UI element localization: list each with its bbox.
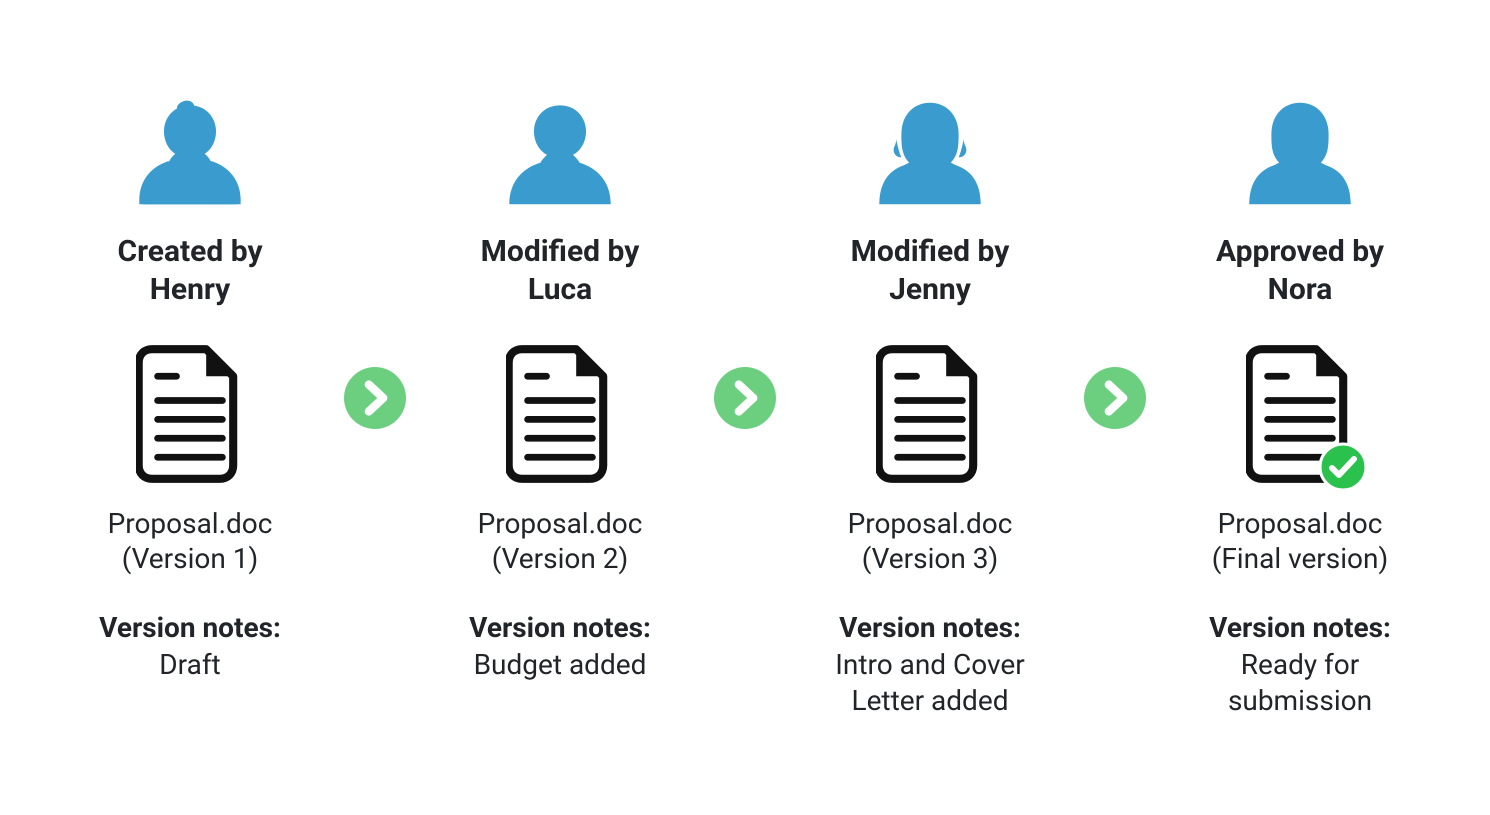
action-line1: Created by: [117, 234, 262, 269]
document-icon: [506, 344, 614, 484]
version-flow: Created by Henry Proposal.doc (Version 1…: [0, 75, 1490, 739]
notes-heading: Version notes:: [839, 610, 1021, 646]
document-icon-wrap: [1246, 344, 1354, 484]
chevron-right-circle-icon: [344, 367, 406, 429]
file-version: (Version 3): [862, 542, 999, 575]
checkmark-circle-icon: [1318, 442, 1368, 492]
file-name: Proposal.doc: [848, 507, 1013, 540]
action-line1: Modified by: [851, 234, 1010, 269]
action-line1: Approved by: [1216, 234, 1384, 269]
action-label: Approved by Nora: [1216, 233, 1384, 308]
arrow-2: [710, 95, 780, 429]
file-name: Proposal.doc: [478, 507, 643, 540]
arrow-3: [1080, 95, 1150, 429]
document-icon-wrap: [136, 344, 244, 484]
person-male-icon: [495, 95, 625, 225]
notes-heading: Version notes:: [99, 610, 281, 646]
person-male-icon: [125, 95, 255, 225]
action-line2: Luca: [528, 272, 592, 307]
document-icon: [136, 344, 244, 484]
action-label: Modified by Jenny: [851, 233, 1010, 308]
version-step-3: Modified by Jenny Proposal.doc (Version …: [780, 95, 1080, 719]
action-line2: Jenny: [889, 272, 971, 307]
notes-heading: Version notes:: [1209, 610, 1391, 646]
chevron-right-circle-icon: [1084, 367, 1146, 429]
notes-text: Budget added: [474, 647, 647, 683]
action-line2: Nora: [1268, 272, 1333, 307]
person-female-icon: [1235, 95, 1365, 225]
document-icon: [876, 344, 984, 484]
file-label: Proposal.doc (Version 1): [108, 506, 273, 576]
file-name: Proposal.doc: [108, 507, 273, 540]
file-label: Proposal.doc (Final version): [1212, 506, 1388, 576]
action-line2: Henry: [150, 272, 231, 307]
document-icon-wrap: [506, 344, 614, 484]
file-label: Proposal.doc (Version 3): [848, 506, 1013, 576]
notes-heading: Version notes:: [469, 610, 651, 646]
file-version: (Version 1): [122, 542, 259, 575]
version-step-1: Created by Henry Proposal.doc (Version 1…: [40, 95, 340, 683]
version-step-2: Modified by Luca Proposal.doc (Version 2…: [410, 95, 710, 683]
file-name: Proposal.doc: [1218, 507, 1383, 540]
person-female-icon: [865, 95, 995, 225]
arrow-1: [340, 95, 410, 429]
file-version: (Version 2): [492, 542, 629, 575]
file-version: (Final version): [1212, 542, 1388, 575]
file-label: Proposal.doc (Version 2): [478, 506, 643, 576]
document-icon-wrap: [876, 344, 984, 484]
notes-text: Draft: [159, 647, 220, 683]
version-step-4: Approved by Nora Proposal.doc (Final ver…: [1150, 95, 1450, 719]
action-label: Created by Henry: [117, 233, 262, 308]
action-line1: Modified by: [481, 234, 640, 269]
notes-text: Intro and Cover Letter added: [835, 647, 1025, 720]
action-label: Modified by Luca: [481, 233, 640, 308]
notes-text: Ready for submission: [1228, 647, 1372, 720]
chevron-right-circle-icon: [714, 367, 776, 429]
